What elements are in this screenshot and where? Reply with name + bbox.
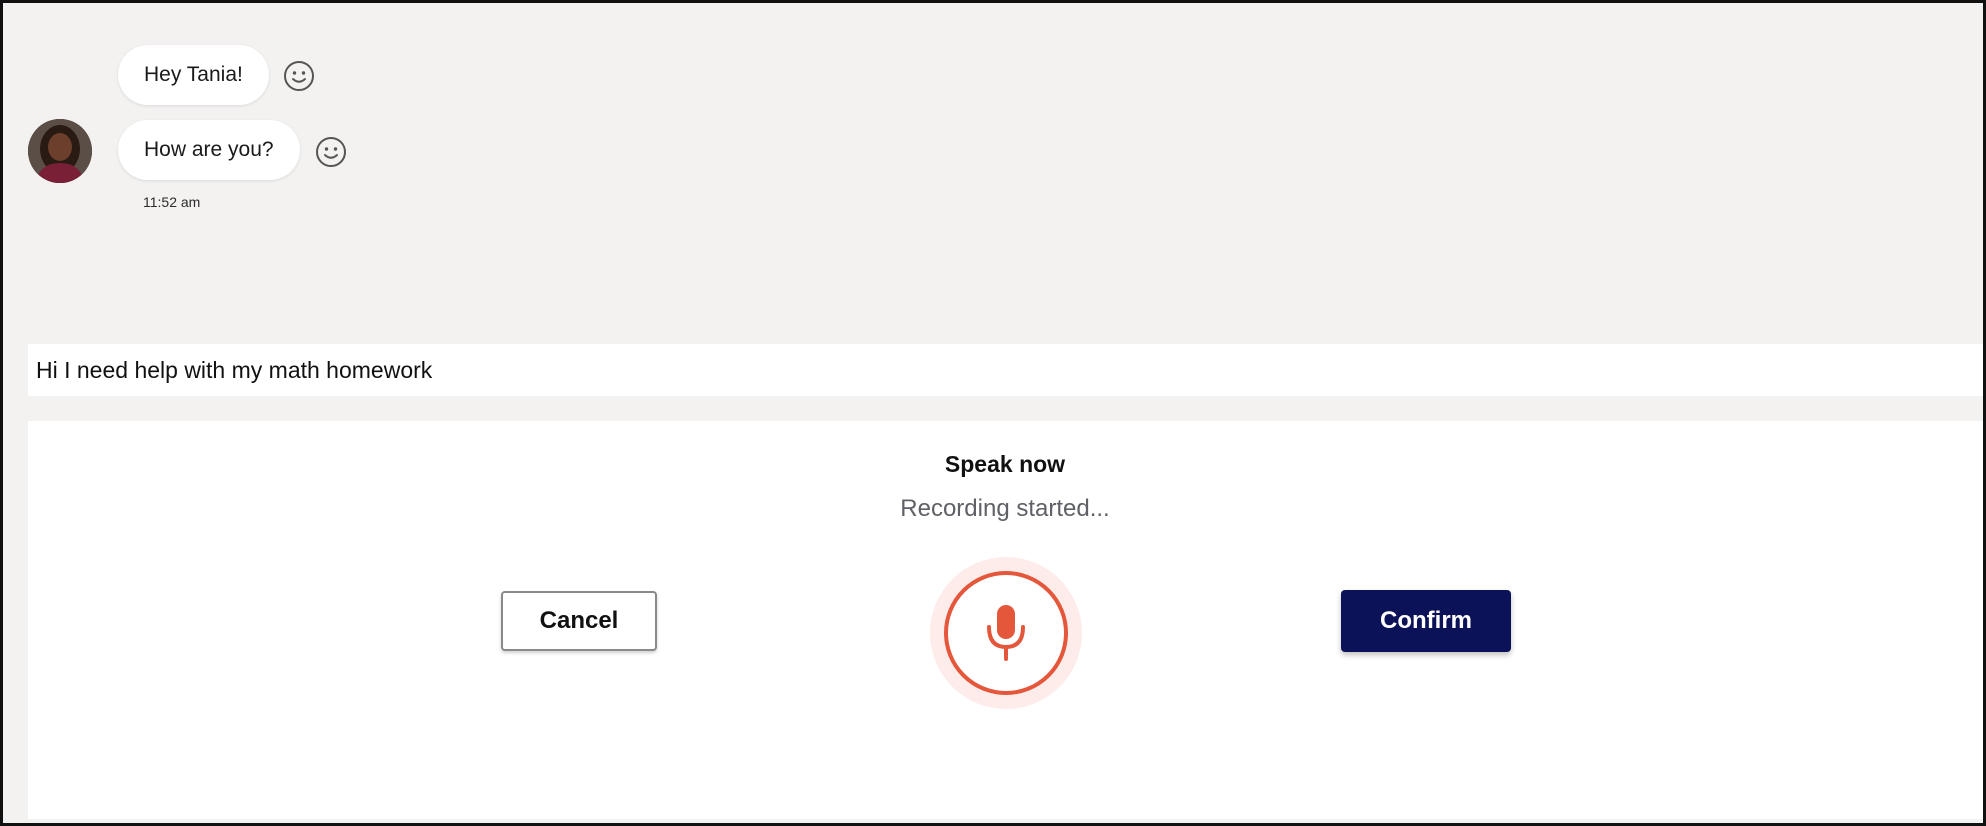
recording-status: Recording started...: [900, 495, 1110, 522]
avatar-image: [28, 119, 92, 183]
microphone-icon: [987, 605, 1025, 661]
smiley-icon[interactable]: [282, 59, 316, 93]
message-bubble: How are you?: [118, 120, 300, 180]
cancel-button[interactable]: Cancel: [501, 591, 657, 651]
speak-now-title: Speak now: [944, 451, 1066, 477]
chat-thread: Hey Tania! How are you? 11:52 am: [3, 3, 1983, 343]
smiley-icon[interactable]: [314, 135, 348, 169]
app-window: Hey Tania! How are you? 11:52 am Speak: [0, 0, 1986, 826]
message-text: How are you?: [144, 138, 274, 161]
confirm-button[interactable]: Confirm: [1341, 590, 1511, 652]
avatar: [28, 119, 92, 183]
message-text: Hey Tania!: [144, 63, 243, 86]
message-timestamp: 11:52 am: [143, 194, 201, 210]
microphone-button[interactable]: [930, 557, 1082, 709]
message-input[interactable]: [28, 344, 1983, 396]
microphone-ring: [944, 571, 1068, 695]
message-bubble: Hey Tania!: [118, 45, 269, 105]
voice-input-panel: Speak now Recording started... Cancel Co…: [28, 421, 1983, 819]
